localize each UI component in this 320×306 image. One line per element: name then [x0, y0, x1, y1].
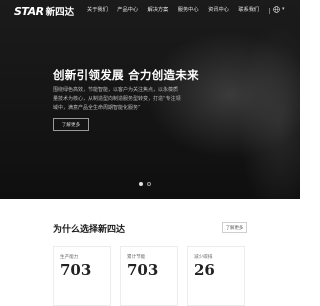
- carousel-indicators: [139, 182, 151, 186]
- stat-value: 26: [194, 261, 215, 279]
- stat-label: 减少碳排: [194, 255, 213, 260]
- hero-banner: STAR 新四达 关于我们 产品中心 解决方案 服务中心 资讯中心 联系我们 ▾…: [0, 0, 300, 199]
- nav-divider: [269, 8, 270, 14]
- nav-item-about[interactable]: 关于我们: [87, 6, 108, 13]
- stat-card-carbon: 减少碳排 26: [187, 246, 245, 306]
- stat-value: 703: [60, 261, 92, 279]
- hero-title: 创新引领发展 合力创造未来: [53, 68, 199, 82]
- stat-label: 生产能力: [60, 255, 79, 260]
- why-learn-more-button[interactable]: 了解更多: [222, 222, 247, 233]
- nav-item-news[interactable]: 资讯中心: [208, 6, 229, 13]
- carousel-dot-2[interactable]: [147, 182, 151, 186]
- stat-card-production: 生产能力 703: [53, 246, 111, 306]
- section-title: 为什么选择新四达: [53, 225, 126, 235]
- brand-logo[interactable]: STAR 新四达: [14, 4, 75, 19]
- stat-label: 累计节能: [127, 255, 146, 260]
- chevron-down-icon[interactable]: ▾: [282, 6, 285, 12]
- carousel-dot-1[interactable]: [139, 182, 143, 186]
- stat-value: 703: [127, 261, 159, 279]
- main-nav: 关于我们 产品中心 解决方案 服务中心 资讯中心 联系我们: [87, 6, 269, 13]
- hero-learn-more-button[interactable]: 了解更多: [53, 118, 89, 131]
- logo-mark: STAR: [14, 4, 44, 18]
- stat-card-energy: 累计节能 703: [120, 246, 178, 306]
- site-header: STAR 新四达 关于我们 产品中心 解决方案 服务中心 资讯中心 联系我们 ▾: [0, 0, 300, 22]
- nav-item-products[interactable]: 产品中心: [117, 6, 138, 13]
- globe-icon[interactable]: [273, 6, 280, 13]
- nav-item-contact[interactable]: 联系我们: [238, 6, 259, 13]
- hero-description: 围绕绿色高效，节能智能，以客户为关注焦点，以永葆质量技术为核心，从制造型向制造服…: [53, 87, 181, 111]
- nav-item-service[interactable]: 服务中心: [178, 6, 199, 13]
- nav-item-solutions[interactable]: 解决方案: [148, 6, 169, 13]
- logo-text: 新四达: [45, 7, 75, 18]
